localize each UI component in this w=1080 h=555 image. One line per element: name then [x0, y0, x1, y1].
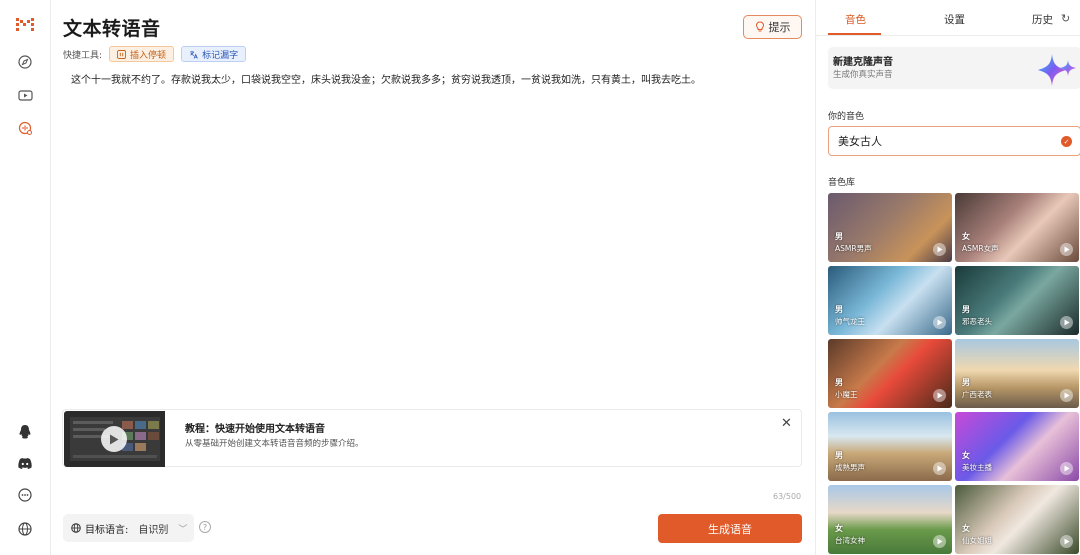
voice-card[interactable]: 男 成熟男声 — [828, 412, 952, 481]
voice-library-label: 音色库 — [828, 178, 856, 188]
target-language-value: 自识别 — [138, 524, 169, 536]
voice-name: ASMR女声 — [962, 244, 999, 253]
refresh-icon[interactable]: ↻ — [1061, 12, 1070, 25]
voice-card[interactable]: 女 ASMR女声 — [955, 193, 1079, 262]
close-icon[interactable]: ✕ — [781, 416, 792, 431]
compass-icon[interactable] — [15, 52, 35, 72]
voice-gender: 男 — [835, 378, 843, 387]
voice-card[interactable]: 女 台湾女神 — [828, 485, 952, 554]
hint-label: 提示 — [768, 21, 791, 34]
translate-icon — [190, 50, 198, 59]
play-icon[interactable] — [1060, 316, 1073, 329]
voice-card[interactable]: 男 广西老表 — [955, 339, 1079, 408]
tab-settings[interactable]: 设置 — [944, 12, 965, 27]
video-icon[interactable] — [15, 85, 35, 105]
voice-card[interactable]: 男 邪恶老头 — [955, 266, 1079, 335]
tutorial-card[interactable]: 教程：快速开始使用文本转语音 从零基础开始创建文本转语音音频的步骤介绍。 ✕ — [62, 409, 802, 467]
panel-tabs: 音色 设置 历史 ↻ — [816, 0, 1080, 36]
chat-icon[interactable] — [15, 485, 35, 505]
voice-gender: 女 — [962, 232, 970, 241]
tab-voice[interactable]: 音色 — [845, 12, 866, 27]
tutorial-description: 从零基础开始创建文本转语音音频的步骤介绍。 — [185, 439, 364, 449]
play-icon[interactable] — [933, 243, 946, 256]
target-language-label: 目标语言: — [85, 524, 129, 536]
voice-gender: 女 — [835, 524, 843, 533]
insert-pause-button[interactable]: 插入停顿 — [109, 46, 175, 62]
page-title: 文本转语音 — [63, 18, 161, 40]
char-counter: 63/500 — [773, 492, 802, 501]
voice-name: ASMR男声 — [835, 244, 872, 253]
bulb-icon — [755, 21, 764, 32]
selected-voice-select[interactable]: 美女古人 ✓ — [828, 126, 1080, 156]
text-editor[interactable]: 这个十一我就不约了。存款说我太少，口袋说我空空，床头说我没金；欠款说我多多；贫穷… — [71, 73, 791, 89]
voice-card[interactable]: 男 帅气龙王 — [828, 266, 952, 335]
logo-icon[interactable] — [15, 16, 35, 36]
voice-card[interactable]: 男 ASMR男声 — [828, 193, 952, 262]
play-icon[interactable] — [933, 462, 946, 475]
voice-library-grid: 男 ASMR男声 女 ASMR女声 男 帅气龙王 男 邪恶老头 男 小魔王 男 … — [828, 193, 1080, 555]
voice-name: 邪恶老头 — [962, 317, 992, 326]
voice-gender: 男 — [962, 378, 970, 387]
voice-gender: 男 — [962, 305, 970, 314]
generate-speech-button[interactable]: 生成语音 — [658, 514, 802, 543]
active-tab-indicator — [828, 33, 881, 35]
tab-history[interactable]: 历史 — [1032, 12, 1053, 27]
chevron-down-icon: ﹀ — [178, 524, 188, 535]
globe-icon[interactable] — [15, 519, 35, 539]
clone-subtitle: 生成你真实声音 — [833, 70, 893, 80]
globe-icon — [71, 523, 81, 533]
quick-tools-label: 快捷工具: — [63, 50, 103, 61]
play-icon[interactable] — [933, 535, 946, 548]
voice-gender: 男 — [835, 232, 843, 241]
clone-title: 新建克隆声音 — [833, 57, 893, 68]
voice-name: 帅气龙王 — [835, 317, 865, 326]
insert-pause-label: 插入停顿 — [130, 50, 167, 61]
voice-name: 美妆主播 — [962, 463, 992, 472]
play-icon[interactable] — [933, 316, 946, 329]
help-icon[interactable]: ? — [199, 521, 211, 533]
mark-polyphone-button[interactable]: 标记漏字 — [181, 46, 247, 62]
play-icon[interactable] — [1060, 243, 1073, 256]
play-icon[interactable] — [1060, 535, 1073, 548]
left-rail — [0, 0, 51, 555]
app: 文本转语音 提示 快捷工具: 插入停顿 标记漏字 这个十一我就不约了。存款说我太… — [0, 0, 1080, 555]
voice-icon[interactable] — [15, 118, 35, 138]
voice-card[interactable]: 女 美妆主播 — [955, 412, 1079, 481]
voice-name: 小魔王 — [835, 390, 858, 399]
your-voice-label: 你的音色 — [828, 112, 865, 122]
voice-gender: 男 — [835, 305, 843, 314]
voice-card[interactable]: 男 小魔王 — [828, 339, 952, 408]
discord-icon[interactable] — [15, 453, 35, 473]
play-icon[interactable] — [1060, 389, 1073, 402]
hint-button[interactable]: 提示 — [743, 15, 802, 39]
voice-name: 广西老表 — [962, 390, 992, 399]
voice-gender: 女 — [962, 524, 970, 533]
quick-tools: 快捷工具: 插入停顿 标记漏字 — [63, 46, 247, 62]
voice-name: 成熟男声 — [835, 463, 865, 472]
new-clone-voice-card[interactable]: 新建克隆声音 生成你真实声音 — [828, 47, 1080, 89]
voice-panel: 音色 设置 历史 ↻ 新建克隆声音 生成你真实声音 你的音色 美女古人 ✓ 音色… — [815, 0, 1080, 555]
voice-name: 仙女姐姐 — [962, 536, 992, 545]
check-icon: ✓ — [1061, 136, 1072, 147]
tutorial-title: 教程：快速开始使用文本转语音 — [185, 424, 325, 435]
selected-voice-value: 美女古人 — [838, 135, 882, 148]
voice-card[interactable]: 女 仙女姐姐 — [955, 485, 1079, 554]
voice-name: 台湾女神 — [835, 536, 865, 545]
play-icon[interactable] — [933, 389, 946, 402]
sparkle-icon — [1038, 54, 1076, 86]
play-icon[interactable] — [101, 426, 127, 452]
play-icon[interactable] — [1060, 462, 1073, 475]
qq-icon[interactable] — [15, 422, 35, 442]
tutorial-thumbnail[interactable] — [64, 411, 165, 467]
voice-gender: 男 — [835, 451, 843, 460]
target-language-select[interactable]: 目标语言: 自识别 ﹀ — [63, 514, 194, 542]
mark-polyphone-label: 标记漏字 — [202, 50, 239, 61]
editor-area: 文本转语音 提示 快捷工具: 插入停顿 标记漏字 这个十一我就不约了。存款说我太… — [51, 0, 815, 555]
voice-gender: 女 — [962, 451, 970, 460]
pause-icon — [117, 49, 126, 59]
